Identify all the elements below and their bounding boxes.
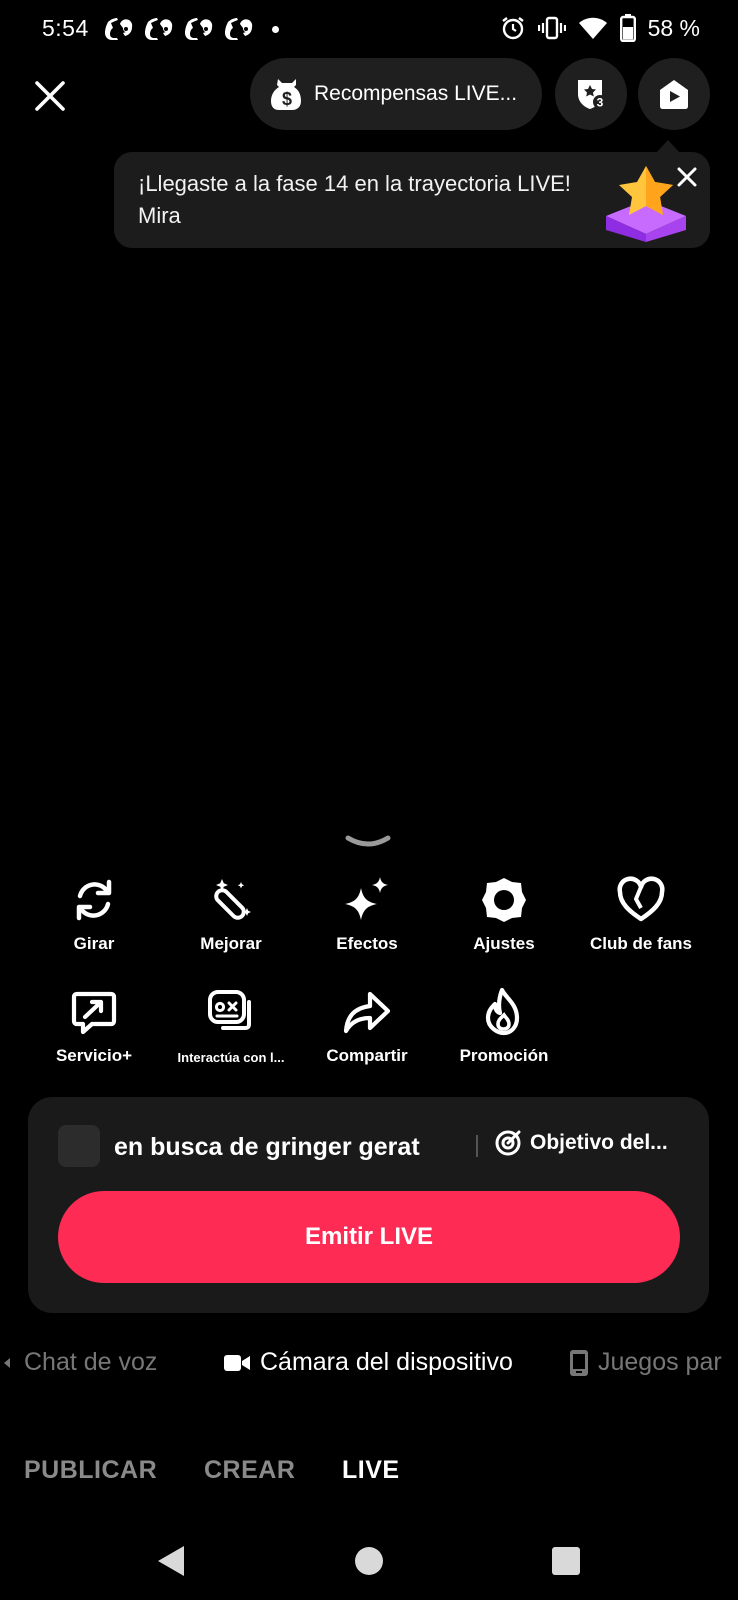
nav-home-icon[interactable] — [355, 1547, 383, 1575]
go-live-button[interactable]: Emitir LIVE — [58, 1191, 680, 1283]
mode-mobile-games[interactable]: Juegos par — [570, 1348, 722, 1377]
live-center-button[interactable] — [638, 58, 710, 130]
tool-label: Ajustes — [473, 934, 535, 953]
share-icon — [343, 991, 391, 1034]
live-goal-button[interactable]: Objetivo del... — [494, 1129, 668, 1157]
rotate-icon — [76, 879, 112, 921]
tab-crear[interactable]: CREAR — [204, 1456, 295, 1485]
discord-icon — [145, 18, 173, 40]
phone-icon — [570, 1349, 588, 1376]
mode-device-camera[interactable]: Cámara del dispositivo — [224, 1348, 513, 1377]
rank-badge-number: 3 — [597, 96, 604, 110]
wifi-icon — [578, 17, 607, 39]
tool-settings[interactable]: Ajustes — [439, 874, 569, 954]
live-home-icon — [660, 80, 688, 109]
nav-recents-icon[interactable] — [552, 1547, 580, 1575]
live-rewards-button[interactable]: $ Recompensas LIVE... — [250, 58, 542, 130]
tool-interact[interactable]: Interactúa con l... — [166, 986, 296, 1065]
mode-voice-chat[interactable]: Chat de voz — [0, 1348, 157, 1377]
mic-icon — [4, 1357, 10, 1368]
drawer-handle-icon[interactable] — [344, 834, 392, 850]
tool-promotion[interactable]: Promoción — [439, 986, 569, 1066]
nav-back-icon[interactable] — [156, 1544, 186, 1578]
sparkles-icon — [345, 877, 388, 920]
mode-label: Chat de voz — [24, 1348, 158, 1376]
alarm-icon — [501, 17, 524, 40]
tool-label: Compartir — [326, 1046, 408, 1065]
progress-banner[interactable]: ¡Llegaste a la fase 14 en la trayectoria… — [114, 152, 710, 248]
tool-enhance[interactable]: Mejorar — [166, 874, 296, 954]
tool-flip[interactable]: Girar — [29, 874, 159, 954]
vibrate-icon — [537, 16, 566, 40]
tool-label: Promoción — [459, 1046, 549, 1065]
tool-share[interactable]: Compartir — [302, 986, 432, 1066]
mode-label: Cámara del dispositivo — [260, 1348, 513, 1376]
cover-thumbnail[interactable] — [58, 1125, 100, 1167]
tool-label: Mejorar — [200, 934, 262, 953]
tool-label: Efectos — [336, 934, 398, 953]
status-time: 5:54 — [42, 15, 89, 41]
banner-message: ¡Llegaste a la fase 14 en la trayectoria… — [138, 171, 571, 228]
settings-icon — [482, 878, 526, 922]
rank-badge-button[interactable]: 3 — [555, 58, 627, 130]
close-icon[interactable] — [32, 78, 68, 114]
tab-live[interactable]: LIVE — [342, 1456, 400, 1485]
tool-label: Interactúa con l... — [177, 1050, 285, 1065]
go-live-card: en busca de gringer gerat Objetivo del..… — [28, 1097, 709, 1313]
divider — [476, 1135, 478, 1157]
target-icon — [495, 1130, 521, 1156]
banner-close-icon[interactable] — [674, 164, 700, 190]
tool-service-plus[interactable]: Servicio+ — [29, 986, 159, 1066]
tool-label: Club de fans — [589, 934, 692, 953]
go-live-label: Emitir LIVE — [304, 1223, 434, 1250]
interact-icon — [208, 990, 251, 1030]
discord-icon — [185, 18, 213, 40]
battery-percent: 58 % — [647, 14, 700, 41]
battery-icon — [619, 14, 636, 42]
svg-text:$: $ — [282, 89, 292, 109]
tool-label: Girar — [73, 934, 115, 953]
live-title[interactable]: en busca de gringer gerat — [114, 1133, 420, 1162]
magic-wand-icon — [214, 879, 251, 920]
service-icon — [71, 991, 117, 1035]
camera-icon — [224, 1354, 250, 1371]
notification-icons — [104, 14, 279, 44]
live-goal-label: Objetivo del... — [530, 1131, 668, 1154]
discord-icon — [105, 18, 133, 40]
flame-icon — [485, 987, 520, 1036]
live-rewards-label: Recompensas LIVE... — [314, 82, 518, 105]
heart-icon — [617, 876, 665, 922]
tool-fan-club[interactable]: Club de fans — [576, 874, 706, 954]
mode-label: Juegos par — [598, 1348, 722, 1376]
status-bar: 5:54 58 % — [0, 0, 738, 60]
tool-effects[interactable]: Efectos — [302, 874, 432, 954]
rank-badge-icon: 3 — [578, 80, 607, 110]
more-notifications-dot — [272, 25, 279, 33]
system-status-icons: 58 % — [500, 14, 700, 42]
discord-icon — [225, 18, 253, 40]
tool-label: Servicio+ — [55, 1046, 133, 1065]
dollar-bag-icon: $ — [271, 79, 301, 110]
tab-publicar[interactable]: PUBLICAR — [24, 1456, 157, 1485]
